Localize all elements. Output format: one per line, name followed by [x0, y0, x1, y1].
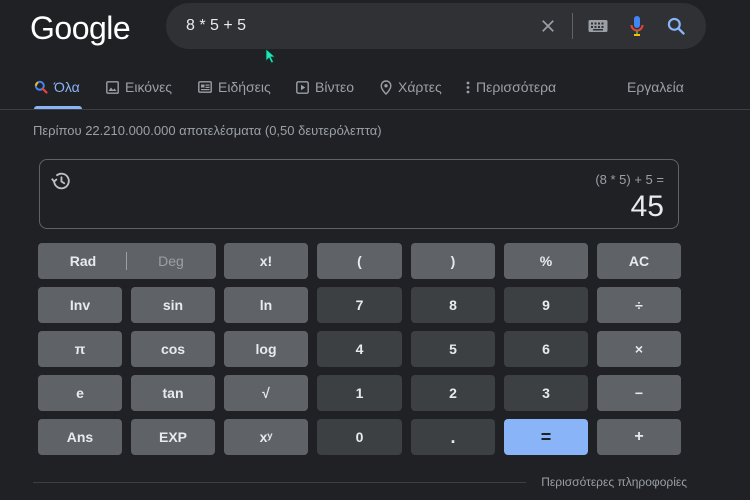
tab-maps[interactable]: Χάρτες — [380, 66, 442, 108]
search-tabs: Όλα Εικόνες Ειδήσεις Βίντεο Χάρτες Περισ… — [0, 66, 750, 110]
left-paren-button[interactable]: ( — [317, 243, 402, 279]
inverse-button[interactable]: Inv — [38, 287, 122, 323]
equals-button[interactable]: = — [504, 419, 588, 455]
footer-divider — [33, 482, 526, 483]
plus-button[interactable]: + — [597, 419, 681, 455]
right-paren-button[interactable]: ) — [411, 243, 495, 279]
digit-5-button[interactable]: 5 — [411, 331, 495, 367]
history-icon[interactable] — [50, 170, 72, 197]
tab-label: Όλα — [54, 79, 80, 95]
keyboard-icon[interactable] — [586, 3, 610, 49]
tab-video[interactable]: Βίντεο — [296, 66, 354, 108]
calculator-expression: (8 * 5) + 5 = — [595, 172, 664, 187]
tab-label: Περισσότερα — [476, 79, 557, 95]
divide-button[interactable]: ÷ — [597, 287, 681, 323]
more-dots-icon — [466, 81, 470, 93]
result-stats: Περίπου 22.210.000.000 αποτελέσματα (0,5… — [33, 123, 382, 138]
search-divider — [572, 13, 573, 39]
e-button[interactable]: e — [38, 375, 122, 411]
tab-all[interactable]: Όλα — [34, 66, 80, 108]
pi-button[interactable]: π — [38, 331, 122, 367]
tools-button[interactable]: Εργαλεία — [627, 66, 684, 108]
tools-label: Εργαλεία — [627, 79, 684, 95]
exp-button[interactable]: EXP — [131, 419, 215, 455]
tab-label: Βίντεο — [315, 79, 355, 95]
multiply-button[interactable]: × — [597, 331, 681, 367]
more-info-link[interactable]: Περισσότερες πληροφορίες — [541, 475, 687, 489]
tab-label: Χάρτες — [398, 79, 442, 95]
rad-button[interactable]: Rad — [43, 243, 123, 279]
deg-button[interactable]: Deg — [131, 243, 211, 279]
ln-button[interactable]: ln — [224, 287, 308, 323]
tabs-divider — [0, 109, 750, 110]
calculator-display: (8 * 5) + 5 = 45 — [39, 159, 679, 229]
tab-news[interactable]: Ειδήσεις — [198, 66, 271, 108]
tab-images[interactable]: Εικόνες — [106, 66, 172, 108]
digit-0-button[interactable]: 0 — [317, 419, 402, 455]
digit-1-button[interactable]: 1 — [317, 375, 402, 411]
digit-4-button[interactable]: 4 — [317, 331, 402, 367]
search-input[interactable] — [186, 3, 526, 49]
clear-icon[interactable] — [536, 3, 560, 49]
search-icon[interactable] — [664, 3, 688, 49]
tan-button[interactable]: tan — [131, 375, 215, 411]
digit-6-button[interactable]: 6 — [504, 331, 588, 367]
images-icon — [106, 80, 119, 94]
tab-more[interactable]: Περισσότερα — [466, 66, 556, 108]
all-clear-button[interactable]: AC — [597, 243, 681, 279]
digit-2-button[interactable]: 2 — [411, 375, 495, 411]
digit-7-button[interactable]: 7 — [317, 287, 402, 323]
square-root-button[interactable]: √ — [224, 375, 308, 411]
decimal-point-button[interactable]: . — [411, 419, 495, 455]
digit-3-button[interactable]: 3 — [504, 375, 588, 411]
percent-button[interactable]: % — [504, 243, 588, 279]
power-button[interactable]: xʸ — [224, 419, 308, 455]
video-icon — [296, 80, 309, 94]
rad-deg-divider — [126, 252, 127, 270]
minus-button[interactable]: − — [597, 375, 681, 411]
rad-deg-toggle[interactable]: Rad Deg — [38, 243, 216, 279]
search-color-icon — [34, 80, 48, 94]
news-icon — [198, 81, 212, 93]
google-logo[interactable]: Google — [30, 10, 131, 47]
answer-button[interactable]: Ans — [38, 419, 122, 455]
mic-icon[interactable] — [626, 3, 648, 49]
log-button[interactable]: log — [224, 331, 308, 367]
cos-button[interactable]: cos — [131, 331, 215, 367]
maps-icon — [380, 79, 392, 95]
calculator-result: 45 — [630, 190, 664, 223]
sin-button[interactable]: sin — [131, 287, 215, 323]
tab-label: Ειδήσεις — [218, 79, 271, 95]
digit-8-button[interactable]: 8 — [411, 287, 495, 323]
factorial-button[interactable]: x! — [224, 243, 308, 279]
search-box — [166, 3, 706, 49]
tab-label: Εικόνες — [125, 79, 173, 95]
digit-9-button[interactable]: 9 — [504, 287, 588, 323]
